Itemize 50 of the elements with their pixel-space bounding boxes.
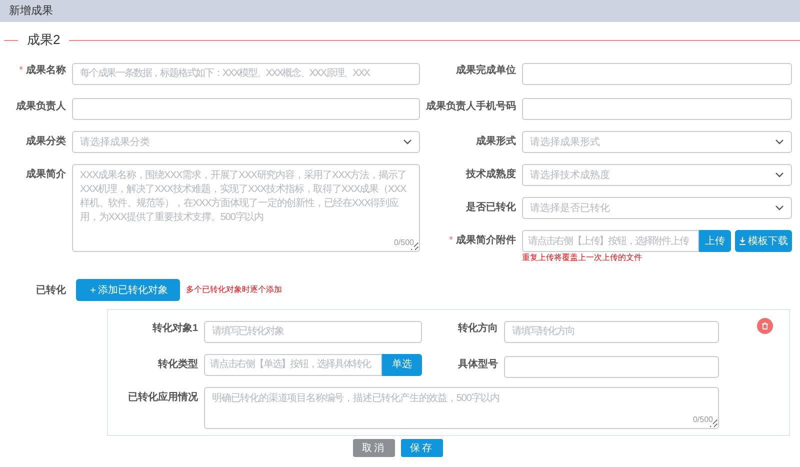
input-field[interactable] xyxy=(72,98,420,120)
required-asterisk: * xyxy=(449,234,453,248)
add-transformed-button[interactable]: ＋添加已转化对象 xyxy=(76,279,180,301)
window-title: 新增成果 xyxy=(9,4,53,19)
field-label: 成果简介附件 xyxy=(456,234,516,248)
section-title: 成果2 xyxy=(27,31,60,50)
warning-note: 重复上传将覆盖上一次上传的文件 xyxy=(522,253,643,263)
field-label: 已转化应用情况 xyxy=(127,390,198,405)
input-field[interactable]: 请填写转化方向 xyxy=(504,320,719,342)
field-label: 成果完成单位 xyxy=(455,63,516,78)
field-label: 转化类型 xyxy=(156,358,198,372)
input-field[interactable] xyxy=(504,356,719,378)
chevron-down-icon xyxy=(403,139,412,145)
field-label: 成果负责人手机号码 xyxy=(425,100,516,114)
field-label: 成果形式 xyxy=(475,134,516,149)
field-label: 转化方向 xyxy=(456,321,498,336)
field-label: 已转化 xyxy=(35,284,66,298)
select-field[interactable]: 请选择技术成熟度 xyxy=(522,164,792,186)
chevron-down-icon xyxy=(775,139,784,145)
input-field[interactable] xyxy=(522,62,792,84)
field-label: 具体型号 xyxy=(457,358,498,372)
field-label: 是否已转化 xyxy=(465,200,516,215)
chevron-down-icon xyxy=(775,205,784,211)
download-icon xyxy=(739,237,746,245)
template-download-button[interactable]: 模板下载 xyxy=(735,230,792,252)
field-label: 成果名称 xyxy=(26,64,66,78)
field-label: 技术成熟度 xyxy=(464,167,516,182)
input-field[interactable]: 请点击右侧【上传】按钮，选择附件上传 xyxy=(522,230,699,252)
required-asterisk: * xyxy=(19,64,23,78)
hint-text: 多个已转化对象时逐个添加 xyxy=(186,284,282,296)
field-label: 成果分类 xyxy=(25,134,66,149)
select-field[interactable]: 请选择是否已转化 xyxy=(522,197,792,219)
chevron-down-icon xyxy=(775,172,784,178)
field-label: 转化对象1 xyxy=(151,322,198,336)
trash-icon xyxy=(761,322,769,330)
char-counter: 0/500 xyxy=(394,237,414,249)
select-field[interactable]: 请选择成果形式 xyxy=(522,131,792,153)
upload-button[interactable]: 上传 xyxy=(699,230,731,252)
field-label: 成果简介 xyxy=(25,168,66,182)
cancel-button[interactable]: 取消 xyxy=(353,439,395,457)
save-button[interactable]: 保存 xyxy=(401,439,443,457)
input-field[interactable]: 请填写已转化对象 xyxy=(204,320,422,342)
field-label: 成果负责人 xyxy=(15,100,66,114)
delete-button[interactable] xyxy=(757,318,773,334)
input-field[interactable]: 请点击右侧【单选】按钮，选择具体转化 xyxy=(204,354,382,376)
char-counter: 0/500 xyxy=(692,414,713,426)
select-field[interactable]: 请选择成果分类 xyxy=(72,131,420,153)
input-field[interactable] xyxy=(522,98,792,120)
input-field[interactable]: 每个成果一条数据，标题格式如下：XXX模型、XXX概念、XXX原理、XXX xyxy=(72,62,420,84)
select-button[interactable]: 单选 xyxy=(382,354,422,376)
